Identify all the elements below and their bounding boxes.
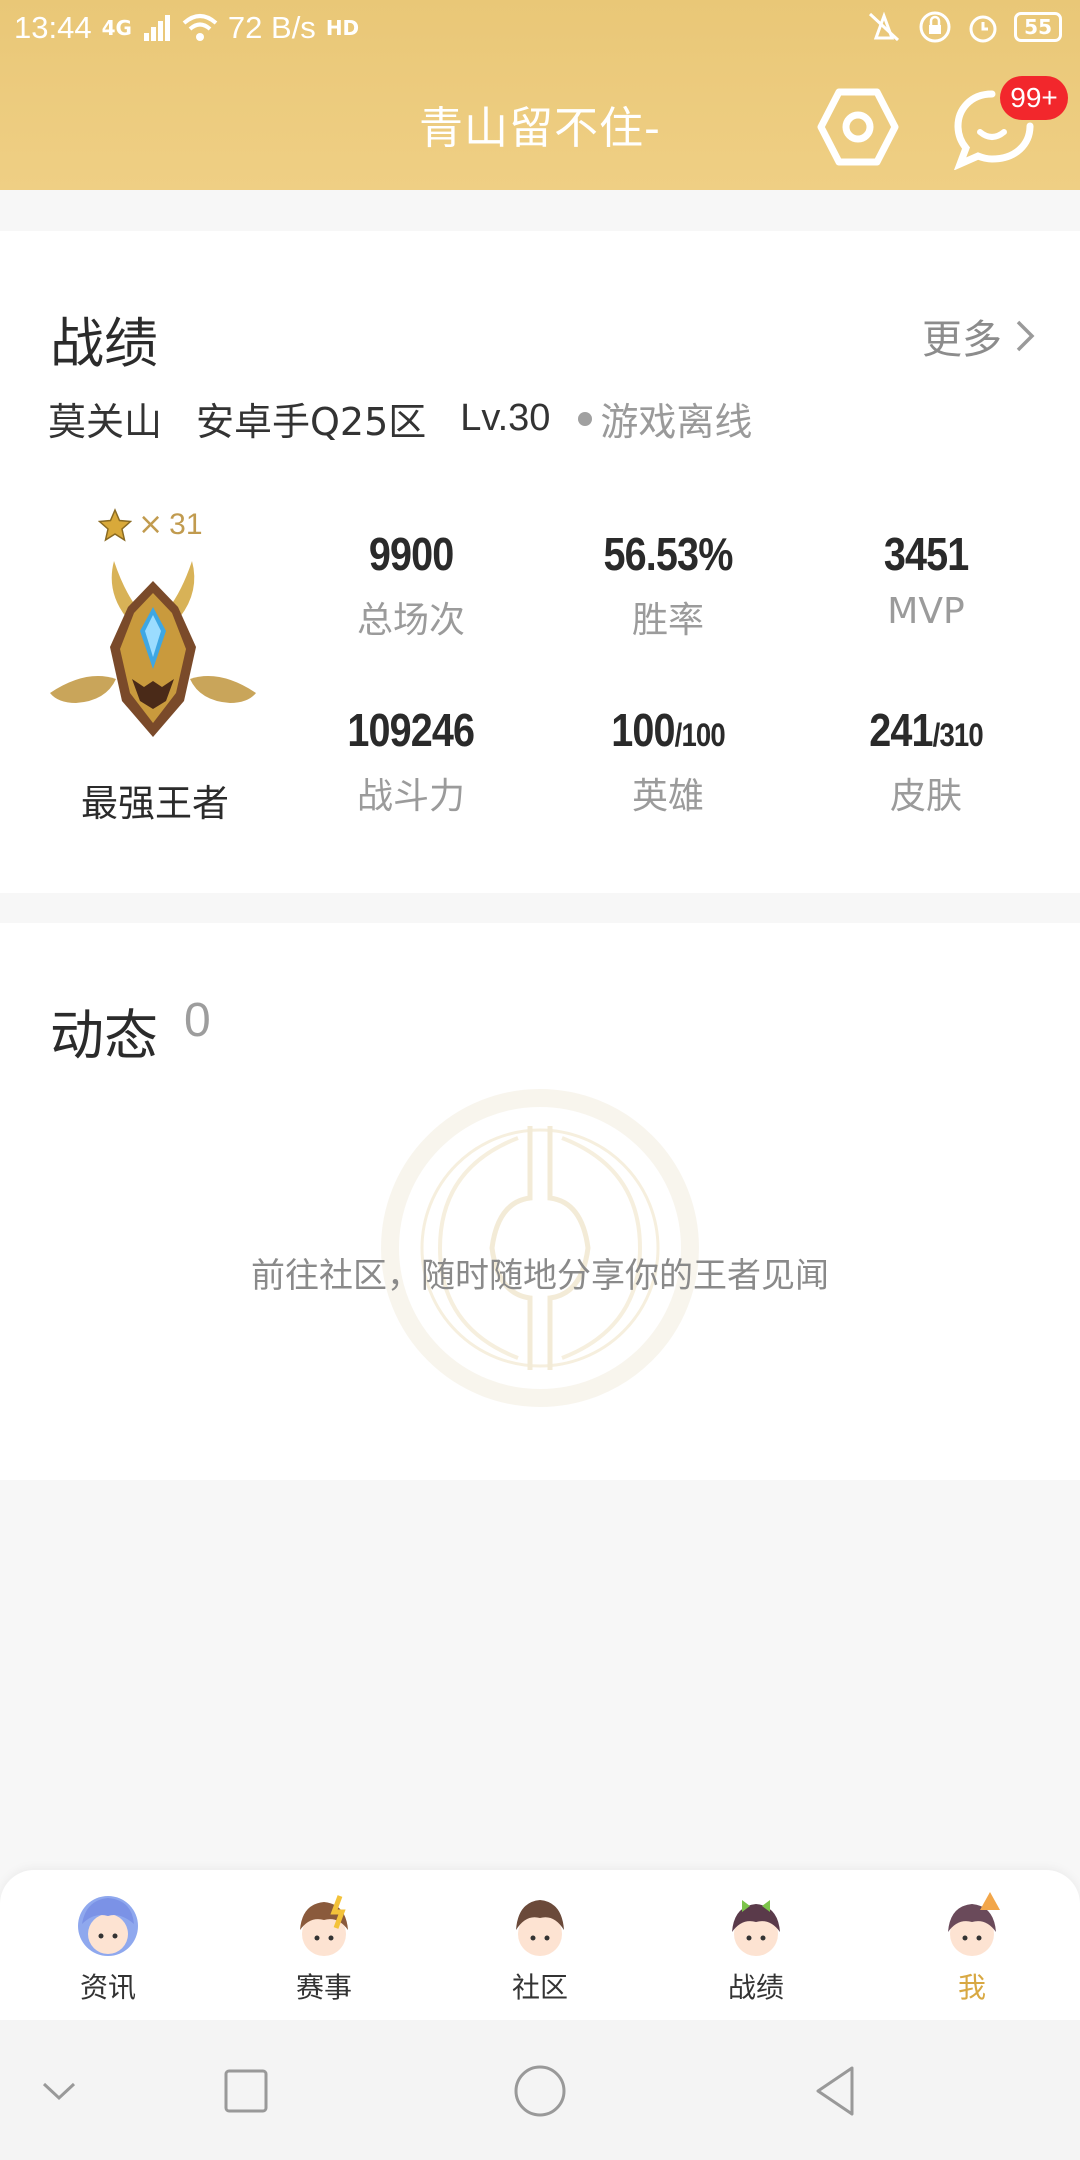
system-nav-bar [0, 2020, 1080, 2160]
hero-name: 莫关山 [48, 400, 163, 444]
tab-events[interactable]: 赛事 [254, 1870, 394, 2020]
more-link[interactable]: 更多 [922, 307, 1036, 365]
tab-news[interactable]: 资讯 [38, 1870, 178, 2020]
network-speed: 72 B/s [227, 10, 316, 45]
mute-icon [869, 11, 900, 42]
events-avatar-icon [300, 1895, 348, 1956]
stat-heroes[interactable]: 100/100 英雄 [558, 703, 778, 819]
profile-line: 莫关山 安卓手Q25区 Lv.30 游戏离线 [48, 391, 752, 446]
me-avatar-icon [948, 1892, 1000, 1956]
record-avatar-icon [732, 1900, 780, 1956]
tab-me[interactable]: 我 [902, 1870, 1042, 2020]
feed-card: 动态 0 前往社区，随时随地分享你的王者见闻 [0, 923, 1080, 1480]
stat-power[interactable]: 109246 战斗力 [301, 703, 521, 819]
stat-win-rate[interactable]: 56.53% 胜率 [558, 527, 778, 643]
stat-value: 3451 [883, 528, 969, 580]
community-avatar-icon [516, 1900, 564, 1956]
top-header: 13:44 4G 72 B/s HD 55 青山留不住- 99+ [0, 0, 1080, 190]
tab-community[interactable]: 社区 [470, 1870, 610, 2020]
stat-label: 总场次 [356, 600, 465, 641]
online-status: 游戏离线 [550, 391, 752, 446]
status-bar: 13:44 4G 72 B/s HD 55 [0, 0, 1080, 56]
signal-icon [143, 15, 170, 41]
stat-value: 241/310 [869, 704, 983, 756]
settings-button[interactable] [815, 84, 901, 170]
stat-label: MVP [887, 591, 965, 632]
record-card: 战绩 更多 莫关山 安卓手Q25区 Lv.30 游戏离线 × 31 最强王者 9… [0, 231, 1080, 893]
bottom-tab-bar: 资讯 赛事 社区 战绩 我 [0, 1870, 1080, 2020]
wifi-icon [182, 14, 218, 41]
stat-value: 9900 [368, 528, 454, 580]
rank-block[interactable]: × 31 最强王者 [40, 507, 270, 867]
feed-count: 0 [184, 994, 211, 1047]
rank-stars: × 31 [98, 507, 203, 542]
level: Lv.30 [460, 397, 551, 439]
lock-rotation-icon [919, 11, 951, 43]
clock: 13:44 [14, 10, 92, 45]
stat-label: 英雄 [631, 776, 704, 817]
server-name: 安卓手Q25区 [196, 400, 427, 444]
record-title: 战绩 [50, 312, 158, 375]
alarm-icon [969, 15, 997, 43]
page-title: 青山留不住- [419, 103, 661, 154]
stat-total-matches[interactable]: 9900 总场次 [301, 527, 521, 643]
chevron-down-icon[interactable] [24, 2056, 94, 2126]
king-rank-emblem-icon [50, 561, 256, 737]
news-avatar-icon [78, 1896, 138, 1956]
stat-mvp[interactable]: 3451 MVP [816, 527, 1036, 632]
feed-title: 动态 [50, 1004, 158, 1067]
tab-record[interactable]: 战绩 [686, 1870, 826, 2020]
stat-value: 100/100 [611, 704, 725, 756]
recents-square-icon[interactable] [211, 2056, 281, 2126]
message-count-badge: 99+ [1000, 76, 1068, 120]
star-icon [98, 507, 132, 542]
empty-state-text[interactable]: 前往社区，随时随地分享你的王者见闻 [0, 1248, 1080, 1297]
stat-value: 56.53% [603, 528, 733, 580]
stat-value: 109246 [347, 704, 476, 756]
stat-skins[interactable]: 241/310 皮肤 [816, 703, 1036, 819]
home-circle-icon[interactable] [505, 2056, 575, 2126]
stat-label: 战斗力 [356, 776, 465, 817]
app-root: { "status_bar": { "time": "13:44", "netw… [0, 0, 1080, 2160]
status-dot [578, 411, 593, 426]
battery-indicator: 55 [1014, 12, 1062, 42]
network-type: 4G [101, 16, 132, 40]
hd-indicator: HD [325, 16, 360, 40]
stat-label: 皮肤 [889, 776, 962, 817]
stat-label: 胜率 [631, 600, 704, 641]
rank-name: 最强王者 [81, 782, 229, 825]
hexagon-settings-icon [817, 88, 899, 166]
back-triangle-icon[interactable] [800, 2056, 870, 2126]
chevron-right-icon [1016, 320, 1035, 352]
